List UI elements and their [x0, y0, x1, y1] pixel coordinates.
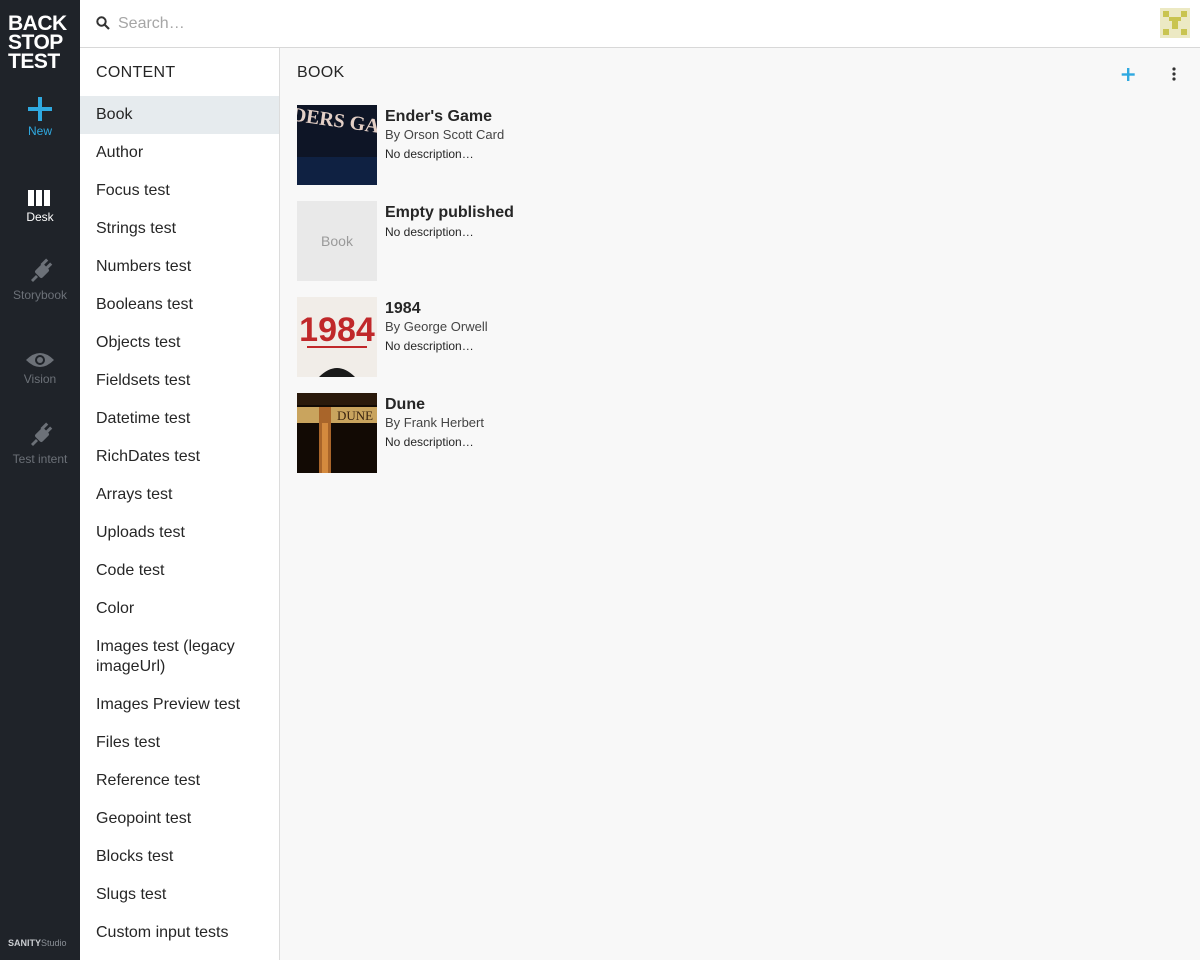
document-subtitle: By Frank Herbert: [385, 415, 484, 430]
brand-sanity: SANITY: [8, 938, 42, 948]
book-pane: BOOK ENDERS GAME Ender's Game By Orson S…: [281, 48, 1200, 960]
type-list-item[interactable]: Booleans test: [80, 286, 279, 324]
tool-test-intent[interactable]: Test intent: [0, 418, 80, 466]
add-document-button[interactable]: [1116, 62, 1140, 86]
type-list-item[interactable]: Focus test: [80, 172, 279, 210]
type-list-item[interactable]: Author: [80, 134, 279, 172]
document-subtitle: By Orson Scott Card: [385, 127, 505, 142]
document-subtitle: By George Orwell: [385, 319, 488, 334]
document-item[interactable]: ENDERS GAME Ender's Game By Orson Scott …: [297, 105, 897, 185]
document-title: Empty published: [385, 204, 514, 221]
document-title: Ender's Game: [385, 108, 492, 125]
type-list-item[interactable]: Slugs test: [80, 876, 279, 914]
tool-desk[interactable]: Desk: [0, 176, 80, 224]
plus-icon: [1121, 68, 1135, 81]
tool-new[interactable]: New: [0, 90, 80, 138]
type-list-item[interactable]: Strings test: [80, 210, 279, 248]
plug-icon: [0, 418, 80, 450]
document-item[interactable]: 1984 1984 By George Orwell No descriptio…: [297, 297, 897, 377]
type-list-item[interactable]: Color: [80, 590, 279, 628]
desk-columns-icon: [0, 176, 80, 208]
type-list-item[interactable]: Custom input tests: [80, 914, 279, 952]
document-item[interactable]: Book Empty published No description…: [297, 201, 897, 281]
document-description: No description…: [385, 147, 474, 161]
studio-logo[interactable]: BACK STOP TEST: [8, 13, 74, 73]
plug-icon: [0, 254, 80, 286]
more-vertical-icon: [1172, 67, 1176, 81]
document-description: No description…: [385, 225, 474, 239]
book-placeholder-image: Book: [297, 201, 377, 281]
search-input[interactable]: [118, 10, 718, 38]
book-cover-image: DUNE: [297, 393, 377, 473]
type-list-item[interactable]: Book: [80, 96, 279, 134]
tool-vision-label: Vision: [23, 372, 57, 386]
document-item[interactable]: DUNE Dune By Frank Herbert No descriptio…: [297, 393, 897, 473]
type-list-item[interactable]: Geopoint test: [80, 800, 279, 838]
type-list-item[interactable]: Objects test: [80, 324, 279, 362]
type-list-item[interactable]: Fieldsets test: [80, 362, 279, 400]
sanity-studio-brand: SANITYStudio: [8, 938, 67, 948]
user-avatar[interactable]: [1160, 8, 1190, 38]
content-pane: CONTENT Book Author Focus test Strings test…: [80, 48, 280, 960]
type-list-item[interactable]: Arrays test: [80, 476, 279, 514]
eye-icon: [0, 338, 80, 370]
document-title: Dune: [385, 396, 425, 413]
brand-studio: Studio: [41, 938, 67, 948]
book-pane-title: BOOK: [297, 64, 345, 81]
type-list-item[interactable]: Images Preview test: [80, 686, 279, 724]
identicon-icon: [1160, 8, 1190, 38]
cover-title-text: 1984: [299, 311, 375, 349]
type-list-item[interactable]: Numbers test: [80, 248, 279, 286]
tool-vision[interactable]: Vision: [0, 338, 80, 386]
book-cover-image: ENDERS GAME: [297, 105, 377, 185]
type-list-item[interactable]: Datetime test: [80, 400, 279, 438]
tool-storybook[interactable]: Storybook: [0, 254, 80, 302]
document-title: 1984: [385, 300, 421, 317]
content-pane-title: CONTENT: [96, 64, 176, 81]
tool-storybook-label: Storybook: [12, 288, 68, 302]
cover-title-text: DUNE: [337, 408, 373, 423]
tool-new-label: New: [27, 124, 52, 138]
type-list-item[interactable]: Code test: [80, 552, 279, 590]
type-list-item[interactable]: Images test (legacy imageUrl): [80, 628, 279, 686]
tool-desk-label: Desk: [26, 210, 54, 224]
pane-menu-button[interactable]: [1162, 62, 1186, 86]
top-bar: [80, 0, 1200, 48]
type-list-item[interactable]: Uploads test: [80, 514, 279, 552]
document-description: No description…: [385, 339, 474, 353]
type-list: Book Author Focus test Strings test Numbers …: [80, 96, 279, 952]
type-list-item[interactable]: Blocks test: [80, 838, 279, 876]
book-cover-image: 1984: [297, 297, 377, 377]
type-list-item[interactable]: Files test: [80, 724, 279, 762]
logo-line-3: TEST: [8, 50, 60, 73]
tool-rail: BACK STOP TEST New Desk Storybook Vision…: [0, 0, 80, 960]
type-list-item[interactable]: Reference test: [80, 762, 279, 800]
plus-icon: [0, 90, 80, 122]
tool-test-intent-label: Test intent: [12, 452, 68, 466]
type-list-item[interactable]: RichDates test: [80, 438, 279, 476]
search-icon: [96, 16, 110, 30]
document-description: No description…: [385, 435, 474, 449]
